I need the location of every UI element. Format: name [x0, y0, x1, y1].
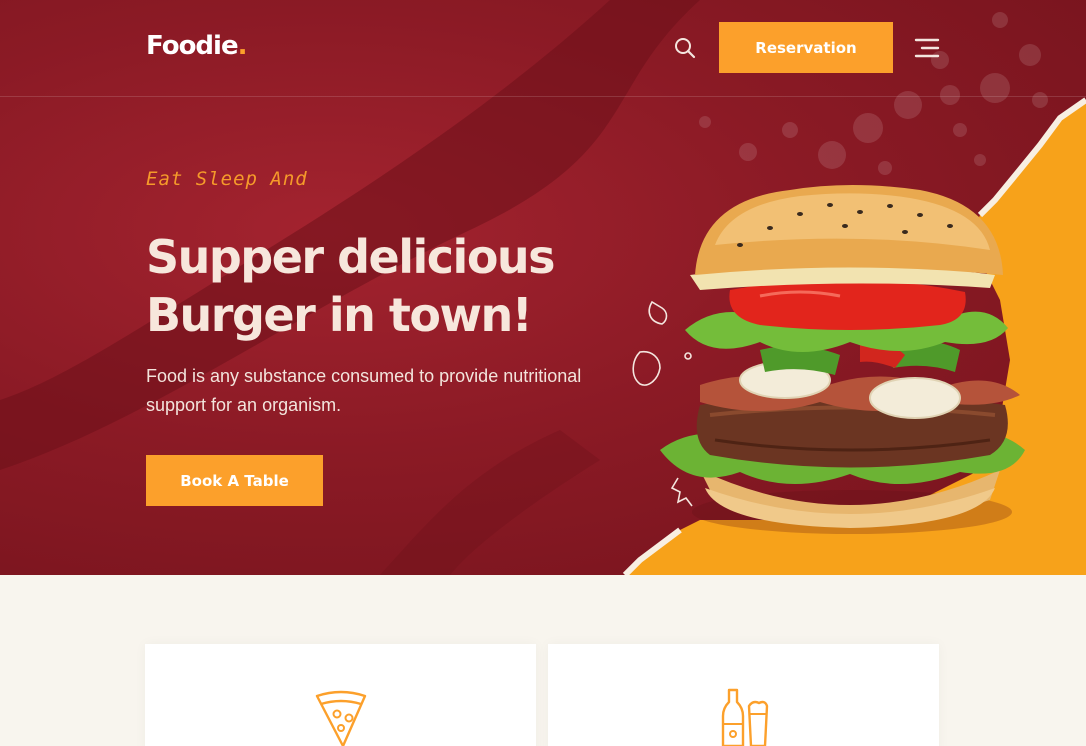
hero-headline: Supper delicious Burger in town! — [146, 228, 606, 344]
hero-description: Food is any substance consumed to provid… — [146, 366, 582, 415]
menu-button[interactable] — [912, 36, 942, 60]
headline-line-1: Supper delicious — [146, 230, 556, 284]
logo-dot: . — [237, 31, 248, 61]
hero-section: Foodie. Reservation Eat Sleep And Supper… — [0, 0, 1086, 575]
pizza-icon — [315, 690, 366, 746]
headline-line-2: Burger in town! — [146, 288, 533, 342]
drinks-icon — [721, 688, 768, 746]
reservation-button[interactable]: Reservation — [719, 22, 893, 73]
logo-text: Foodie — [146, 31, 239, 61]
feature-card-drinks[interactable] — [548, 644, 939, 746]
burger-image — [660, 185, 1025, 534]
logo[interactable]: Foodie. — [146, 31, 248, 61]
hamburger-menu-icon — [914, 38, 940, 58]
hero-tagline: Eat Sleep And — [146, 168, 308, 190]
search-button[interactable] — [672, 35, 698, 61]
book-table-button[interactable]: Book A Table — [146, 455, 323, 506]
search-icon — [675, 38, 696, 59]
site-header: Foodie. Reservation — [0, 0, 1086, 97]
feature-card-pizza[interactable] — [145, 644, 536, 746]
